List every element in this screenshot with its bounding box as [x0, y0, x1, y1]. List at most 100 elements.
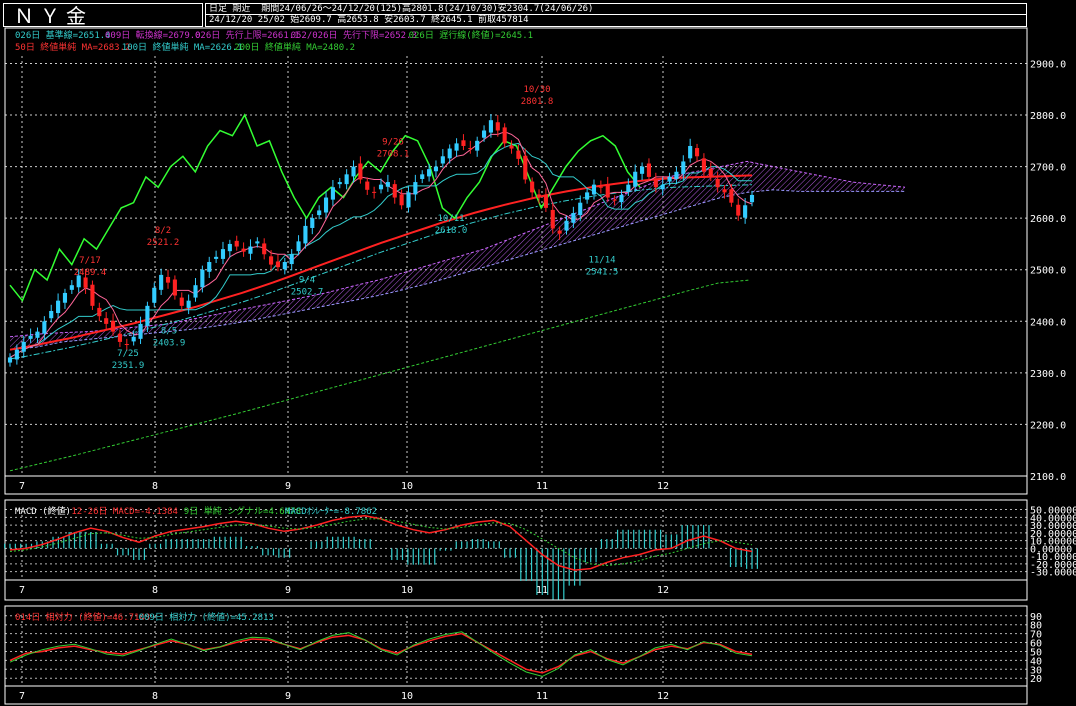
candle-body [681, 161, 686, 174]
candle-body [688, 145, 693, 159]
price-annotation: 2801.8 [521, 97, 554, 107]
candle-body [399, 194, 404, 206]
candle-body [598, 186, 603, 188]
candle-body [743, 205, 748, 218]
candle-body [234, 240, 239, 247]
price-annotation: 9/26 [382, 137, 404, 147]
candle-body [7, 357, 13, 363]
price-y-tick-label: 2100.0 [1030, 472, 1066, 483]
candle-body [729, 189, 734, 203]
price-x-tick-label: 8 [152, 481, 158, 492]
candle-body [227, 243, 232, 252]
candle-body [358, 163, 363, 180]
candle-body [475, 140, 480, 151]
candle-body [131, 336, 136, 342]
candle-body [124, 343, 129, 345]
candle-body [62, 292, 68, 303]
candle-body [406, 192, 411, 208]
price-annotation: 11/14 [588, 255, 615, 265]
candle-body [385, 182, 390, 187]
price-y-tick-label: 2700.0 [1030, 163, 1066, 174]
candle-body [310, 218, 315, 228]
candle-body [262, 243, 267, 255]
candle-body [296, 241, 301, 252]
candle-body [110, 320, 116, 332]
candle-body [351, 166, 356, 177]
candle-body [433, 166, 439, 172]
candle-body [330, 187, 335, 200]
candle-body [736, 204, 741, 216]
candle-body [372, 191, 377, 193]
candle-body [49, 310, 54, 319]
price-annotation: 2403.9 [153, 338, 186, 348]
candle-body [626, 184, 631, 192]
price-y-tick-label: 2800.0 [1030, 111, 1066, 122]
candle-body [28, 335, 33, 339]
macd-series-line [9, 515, 753, 571]
candle-body [138, 323, 143, 339]
price-annotation: 10/11 [437, 214, 464, 224]
rsi-x-tick-label: 7 [19, 691, 25, 702]
price-annotation: 8/5 [161, 326, 177, 336]
candle-body [200, 269, 205, 288]
rsi-x-tick-label: 9 [285, 691, 291, 702]
candle-body [269, 256, 274, 265]
price-annotation: 7/17 [79, 256, 101, 266]
price-legend-item: 052/026日 先行下限=2652.3 [291, 29, 417, 41]
candle-body [220, 249, 226, 259]
candle-body [440, 156, 445, 164]
candle-body [282, 262, 287, 270]
candle-body [241, 248, 246, 252]
candle-body [557, 230, 562, 234]
candle-body [97, 307, 102, 317]
price-y-tick-label: 2600.0 [1030, 214, 1066, 225]
macd-x-tick-label: 7 [19, 585, 25, 596]
candle-body [715, 178, 720, 188]
price-x-tick-label: 7 [19, 481, 25, 492]
macd-series-line [9, 518, 753, 567]
candle-body [516, 150, 521, 159]
candle-body [179, 297, 184, 306]
candle-body [708, 168, 713, 177]
candle-body [14, 349, 19, 360]
price-annotation: 2489.4 [74, 268, 107, 278]
candle-body [248, 246, 253, 254]
candle-body [344, 174, 349, 185]
candle-body [42, 321, 47, 334]
rsi-x-tick-label: 12 [657, 691, 669, 702]
candle-body [502, 127, 507, 144]
candle-body [90, 284, 95, 306]
candle-body [104, 318, 109, 324]
candle-body [749, 194, 755, 203]
price-y-tick-label: 2200.0 [1030, 420, 1066, 431]
candle-body [172, 279, 177, 296]
price-annotation: 2521.2 [147, 238, 180, 248]
tenkan-line [9, 131, 753, 358]
price-y-tick-label: 2500.0 [1030, 266, 1066, 277]
candle-body [21, 341, 26, 352]
candle-body [578, 202, 583, 216]
candle-body [722, 189, 727, 193]
candle-body [488, 120, 493, 133]
candle-body [117, 333, 122, 342]
price-x-tick-label: 9 [285, 481, 291, 492]
candle-body [550, 209, 555, 229]
candle-body [337, 182, 342, 185]
rsi-legend-item: 014日 相対力 (終値)=46.7143 [15, 611, 150, 623]
candle-body [646, 163, 652, 177]
macd-legend-item: MACDｵｼﾚｰﾀｰ=-8.7862 [285, 506, 377, 517]
macd-x-tick-label: 10 [401, 585, 413, 596]
candle-body [701, 158, 706, 172]
candle-body [633, 171, 638, 187]
candle-body [214, 256, 219, 259]
candle-body [83, 277, 88, 288]
price-x-tick-label: 12 [657, 481, 669, 492]
price-annotation: 2618.0 [435, 226, 468, 236]
candle-body [585, 192, 590, 200]
price-annotation: 2541.5 [586, 267, 619, 277]
macd-y-tick-label: -30.00000 [1030, 568, 1076, 579]
candle-body [378, 184, 384, 190]
candle-body [523, 155, 528, 180]
candle-body [152, 287, 157, 303]
price-annotation: 2351.9 [112, 361, 145, 371]
